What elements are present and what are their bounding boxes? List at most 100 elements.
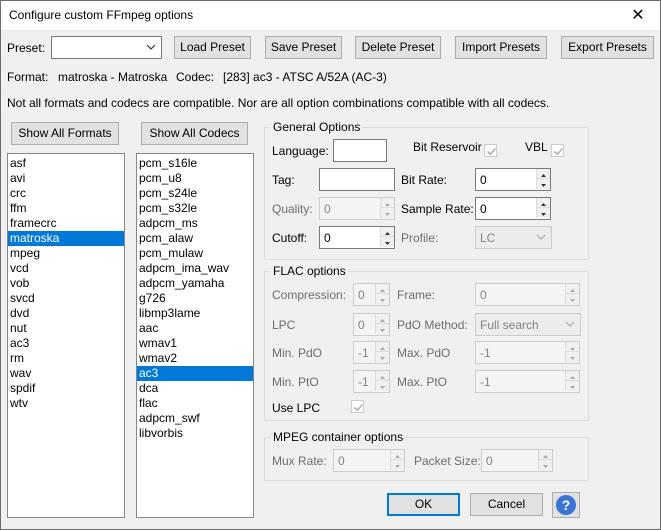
max-pto-value: -1 — [480, 375, 491, 389]
codec-item[interactable]: pcm_mulaw — [137, 246, 253, 261]
spin-down-icon[interactable] — [565, 352, 579, 362]
spin-up-icon[interactable] — [375, 284, 389, 294]
min-pto-spinner[interactable]: -1 — [353, 370, 390, 393]
vbl-checkbox[interactable] — [551, 144, 564, 157]
format-item[interactable]: wav — [8, 366, 124, 381]
codec-item[interactable]: pcm_s24le — [137, 186, 253, 201]
format-item[interactable]: vcd — [8, 261, 124, 276]
spin-down-icon[interactable] — [375, 294, 389, 304]
cutoff-spinner[interactable]: 0 — [319, 226, 395, 249]
format-item[interactable]: crc — [8, 186, 124, 201]
max-pdo-label: Max. PdO — [397, 346, 451, 360]
spin-down-icon[interactable] — [380, 208, 394, 218]
format-item[interactable]: rm — [8, 351, 124, 366]
codec-item[interactable]: libvorbis — [137, 426, 253, 441]
delete-preset-button[interactable]: Delete Preset — [355, 36, 441, 59]
spin-down-icon[interactable] — [380, 237, 394, 247]
show-all-codecs-button[interactable]: Show All Codecs — [141, 122, 248, 145]
spin-down-icon[interactable] — [375, 352, 389, 362]
use-lpc-checkbox[interactable] — [351, 400, 364, 413]
spin-up-icon[interactable] — [380, 227, 394, 237]
codecs-list[interactable]: pcm_s16le pcm_u8 pcm_s24le pcm_s32le adpcm_m… — [136, 153, 254, 518]
format-item[interactable]: framecrc — [8, 216, 124, 231]
compression-value: 0 — [358, 288, 365, 302]
tag-input[interactable] — [319, 168, 395, 191]
codec-item[interactable]: wmav1 — [137, 336, 253, 351]
format-item[interactable]: vob — [8, 276, 124, 291]
preset-dropdown[interactable] — [51, 36, 162, 59]
spin-down-icon[interactable] — [565, 381, 579, 391]
format-item[interactable]: svcd — [8, 291, 124, 306]
export-presets-button[interactable]: Export Presets — [561, 36, 654, 59]
compression-spinner[interactable]: 0 — [353, 283, 390, 306]
codec-item[interactable]: libmp3lame — [137, 306, 253, 321]
format-item[interactable]: mpeg — [8, 246, 124, 261]
codec-item[interactable]: adpcm_swf — [137, 411, 253, 426]
formats-list[interactable]: asf avi crc ffm framecrc matroska mpeg vcd vob sv… — [7, 153, 125, 518]
format-item[interactable]: avi — [8, 171, 124, 186]
load-preset-button[interactable]: Load Preset — [174, 36, 251, 59]
codec-item[interactable]: adpcm_yamaha — [137, 276, 253, 291]
ok-button[interactable]: OK — [387, 493, 460, 516]
spin-up-icon[interactable] — [536, 198, 550, 208]
codec-item[interactable]: flac — [137, 396, 253, 411]
spin-up-icon[interactable] — [565, 342, 579, 352]
mux-rate-spinner[interactable]: 0 — [333, 449, 405, 472]
profile-dropdown[interactable]: LC — [475, 226, 552, 249]
codec-item[interactable]: ac3 — [137, 366, 253, 381]
spin-down-icon[interactable] — [375, 324, 389, 334]
sample-rate-spinner[interactable]: 0 — [475, 197, 551, 220]
codec-item[interactable]: adpcm_ima_wav — [137, 261, 253, 276]
spin-up-icon[interactable] — [375, 371, 389, 381]
bit-rate-spinner[interactable]: 0 — [475, 168, 551, 191]
quality-spinner[interactable]: 0 — [319, 197, 395, 220]
lpc-spinner[interactable]: 0 — [353, 313, 390, 336]
format-item[interactable]: nut — [8, 321, 124, 336]
max-pdo-spinner[interactable]: -1 — [475, 341, 580, 364]
min-pdo-spinner[interactable]: -1 — [353, 341, 390, 364]
spin-down-icon[interactable] — [390, 460, 404, 470]
format-item[interactable]: matroska — [8, 231, 124, 246]
format-item[interactable]: asf — [8, 156, 124, 171]
import-presets-button[interactable]: Import Presets — [455, 36, 547, 59]
codec-item[interactable]: adpcm_ms — [137, 216, 253, 231]
frame-spinner[interactable]: 0 — [475, 283, 580, 306]
codec-item[interactable]: pcm_s16le — [137, 156, 253, 171]
spin-down-icon[interactable] — [565, 294, 579, 304]
format-item[interactable]: ffm — [8, 201, 124, 216]
max-pto-spinner[interactable]: -1 — [475, 370, 580, 393]
save-preset-button[interactable]: Save Preset — [265, 36, 342, 59]
format-item[interactable]: ac3 — [8, 336, 124, 351]
spin-up-icon[interactable] — [380, 198, 394, 208]
codec-item[interactable]: aac — [137, 321, 253, 336]
packet-size-spinner[interactable]: 0 — [481, 449, 553, 472]
spin-up-icon[interactable] — [375, 342, 389, 352]
format-item[interactable]: spdif — [8, 381, 124, 396]
spin-up-icon[interactable] — [390, 450, 404, 460]
min-pdo-value: -1 — [358, 346, 369, 360]
codec-item[interactable]: pcm_s32le — [137, 201, 253, 216]
spin-up-icon[interactable] — [538, 450, 552, 460]
show-all-formats-button[interactable]: Show All Formats — [11, 122, 119, 145]
codec-item[interactable]: dca — [137, 381, 253, 396]
codec-item[interactable]: g726 — [137, 291, 253, 306]
spin-up-icon[interactable] — [565, 284, 579, 294]
bit-reservoir-checkbox[interactable] — [484, 144, 497, 157]
codec-item[interactable]: pcm_u8 — [137, 171, 253, 186]
codec-item[interactable]: wmav2 — [137, 351, 253, 366]
spin-down-icon[interactable] — [536, 208, 550, 218]
spin-up-icon[interactable] — [536, 169, 550, 179]
format-item[interactable]: wtv — [8, 396, 124, 411]
cancel-button[interactable]: Cancel — [470, 493, 543, 516]
codec-item[interactable]: pcm_alaw — [137, 231, 253, 246]
language-input[interactable] — [333, 139, 387, 162]
spin-up-icon[interactable] — [375, 314, 389, 324]
spin-down-icon[interactable] — [375, 381, 389, 391]
spin-down-icon[interactable] — [538, 460, 552, 470]
spin-up-icon[interactable] — [565, 371, 579, 381]
spin-down-icon[interactable] — [536, 179, 550, 189]
format-item[interactable]: dvd — [8, 306, 124, 321]
close-icon[interactable]: ✕ — [615, 0, 661, 31]
help-button[interactable]: ? — [552, 492, 580, 518]
pdo-method-dropdown[interactable]: Full search — [475, 313, 581, 336]
